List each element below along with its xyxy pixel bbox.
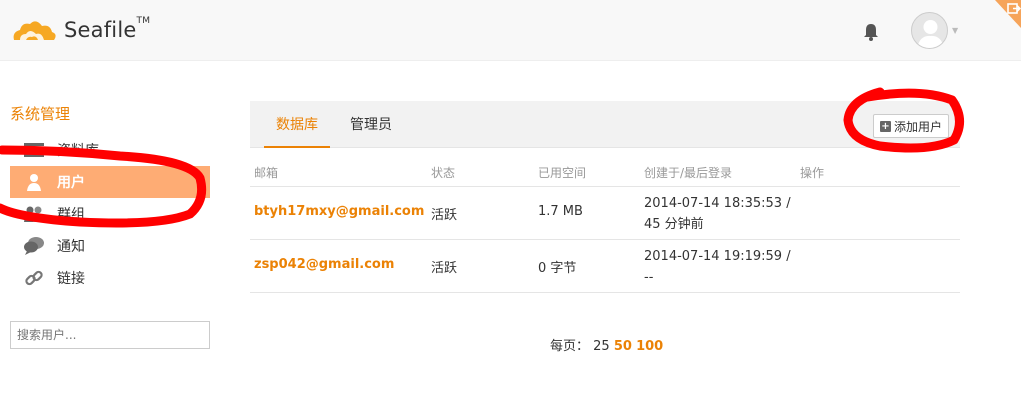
user-last-login: 45 分钟前 (644, 217, 704, 232)
sidebar-title: 系统管理 (10, 105, 71, 123)
notification-icon (22, 236, 46, 256)
table-row: btyh17mxy@gmail.com 活跃 1.7 MB 2014-07-14… (250, 187, 960, 240)
add-user-label: 添加用户 (893, 119, 942, 134)
top-header: SeafileTM ▼ (0, 0, 1021, 61)
user-last-login: -- (644, 270, 654, 285)
sidebar-item-label: 用户 (57, 175, 85, 191)
tab-admins[interactable]: 管理员 (342, 101, 400, 148)
bell-icon[interactable] (861, 22, 881, 46)
user-space-used: 1.7 MB (538, 204, 583, 219)
user-icon (22, 172, 46, 192)
plus-icon: + (879, 120, 891, 132)
user-avatar-icon[interactable] (911, 12, 948, 49)
column-header-actions: 操作 (800, 166, 825, 180)
group-icon (22, 204, 46, 224)
per-page-option-50[interactable]: 50 (614, 339, 632, 354)
user-created-time: 2014-07-14 18:35:53 / (644, 196, 791, 211)
user-email-link[interactable]: zsp042@gmail.com (254, 257, 394, 272)
user-created-last-login: 2014-07-14 19:19:59 / -- (644, 246, 791, 288)
column-header-space[interactable]: 已用空间 (538, 164, 586, 181)
library-icon (22, 140, 46, 160)
pagination: 每页： 25 50 100 (550, 335, 663, 354)
column-header-status[interactable]: 状态 (431, 164, 455, 181)
trademark: TM (136, 16, 151, 26)
search-users-input[interactable] (10, 321, 210, 349)
app-name: Seafile (64, 18, 137, 42)
sidebar-item-label: 通知 (57, 239, 85, 255)
sidebar-item-notifications[interactable]: 通知 (10, 230, 210, 262)
user-menu[interactable]: ▼ (911, 12, 958, 49)
per-page-label: 每页： (550, 339, 590, 354)
sidebar-item-links[interactable]: 链接 (10, 262, 210, 294)
seafile-logo-icon (13, 21, 56, 40)
seafile-logo[interactable]: SeafileTM (10, 14, 150, 46)
per-page-option-100[interactable]: 100 (636, 339, 663, 354)
link-icon (22, 268, 46, 288)
add-user-button[interactable]: + 添加用户 (872, 114, 949, 138)
table-header: 邮箱 状态 已用空间 创建于/最后登录 操作 (250, 159, 960, 187)
sidebar-item-label: 链接 (57, 271, 85, 287)
user-space-used: 0 字节 (538, 261, 577, 276)
sidebar-nav: 资料库 用户 群组 通知 链接 (10, 134, 210, 294)
chevron-down-icon[interactable]: ▼ (952, 26, 958, 35)
users-table: 邮箱 状态 已用空间 创建于/最后登录 操作 btyh17mxy@gmail.c… (250, 159, 960, 293)
user-status: 活跃 (431, 208, 458, 223)
user-created-time: 2014-07-14 19:19:59 / (644, 249, 791, 264)
tab-libraries[interactable]: 数据库 (264, 101, 330, 148)
tab-bar: 数据库 管理员 + 添加用户 (250, 101, 960, 148)
sidebar-item-libraries[interactable]: 资料库 (10, 134, 210, 166)
sidebar-item-label: 资料库 (57, 143, 99, 159)
user-status: 活跃 (431, 261, 458, 276)
per-page-current: 25 (593, 339, 610, 354)
user-email-link[interactable]: btyh17mxy@gmail.com (254, 204, 424, 219)
sidebar-item-label: 群组 (57, 207, 85, 223)
table-row: zsp042@gmail.com 活跃 0 字节 2014-07-14 19:1… (250, 240, 960, 293)
user-created-last-login: 2014-07-14 18:35:53 / 45 分钟前 (644, 193, 791, 235)
column-header-email[interactable]: 邮箱 (254, 164, 278, 181)
sidebar-item-groups[interactable]: 群组 (10, 198, 210, 230)
logout-corner-icon[interactable] (975, 0, 1021, 28)
sidebar-item-users[interactable]: 用户 (10, 166, 210, 198)
column-header-created[interactable]: 创建于/最后登录 (644, 164, 732, 181)
